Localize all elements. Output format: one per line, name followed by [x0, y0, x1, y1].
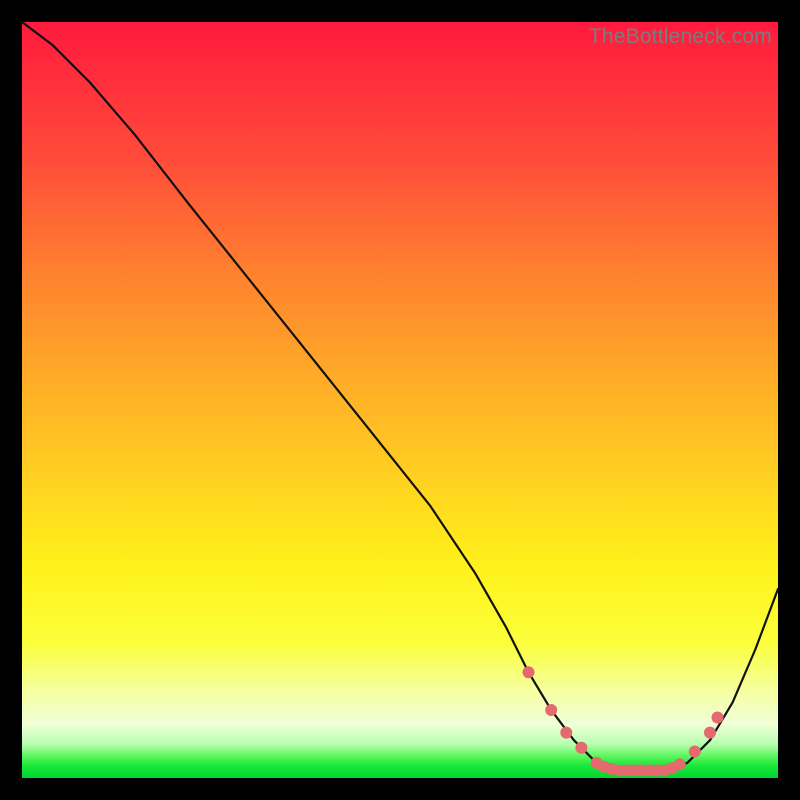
plot-area: TheBottleneck.com [22, 22, 778, 778]
valley-marker [545, 704, 557, 716]
valley-markers [523, 666, 724, 776]
valley-marker [575, 742, 587, 754]
valley-marker [560, 727, 572, 739]
valley-marker [523, 666, 535, 678]
curve-svg [22, 22, 778, 778]
valley-marker [704, 727, 716, 739]
chart-stage: TheBottleneck.com [0, 0, 800, 800]
valley-marker [674, 758, 686, 770]
valley-marker [689, 746, 701, 758]
valley-marker [712, 712, 724, 724]
bottleneck-curve [22, 22, 778, 770]
